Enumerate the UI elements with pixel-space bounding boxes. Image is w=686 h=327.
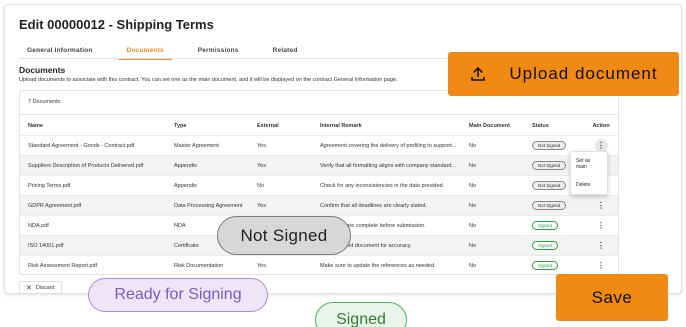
discard-button[interactable]: ✕ Discard <box>19 281 62 294</box>
doc-main: No <box>469 182 477 189</box>
status-cell: Signed <box>532 216 582 235</box>
doc-type: Risk Documentation <box>174 262 224 269</box>
save-button[interactable]: Save <box>556 274 668 321</box>
action-cell: ⋮ <box>590 196 612 215</box>
table-row[interactable]: Standard Agreement - Goods - Contract.pd… <box>20 135 618 155</box>
doc-main: No <box>469 242 477 249</box>
status-badge: Not Signed <box>532 181 567 190</box>
doc-main: No <box>469 262 477 269</box>
discard-label: Discard <box>35 284 55 291</box>
status-cell: Not Signed <box>532 196 582 215</box>
doc-remark: Make sure to update the references as ne… <box>320 262 436 269</box>
upload-document-button[interactable]: Upload document <box>448 52 679 96</box>
more-options-icon[interactable]: ⋮ <box>595 199 608 212</box>
table-row[interactable]: Pricing Terms.pdf Appendix No Check for … <box>20 175 618 195</box>
action-cell: ⋮ <box>590 256 612 275</box>
doc-name[interactable]: GDPR Agreement.pdf <box>28 196 168 215</box>
column-header: External <box>257 123 279 129</box>
doc-name[interactable]: Pricing Terms.pdf <box>28 176 168 195</box>
doc-name[interactable]: Risk Assessment Report.pdf <box>28 256 168 275</box>
doc-main: No <box>469 142 477 149</box>
set-as-main-menu-item[interactable]: Set as main <box>571 152 607 176</box>
status-badge: Signed <box>532 261 559 270</box>
doc-external: Yes <box>257 262 266 269</box>
doc-type: Appendix <box>174 182 197 189</box>
doc-name[interactable]: Suppliers Description of Products Delive… <box>28 156 168 175</box>
status-cell: Signed <box>532 256 582 275</box>
table-header: Name Type External Internal Remark Main … <box>20 117 618 135</box>
doc-remark: Check for any inconsistencies in the dat… <box>320 182 445 189</box>
doc-external: Yes <box>257 202 266 209</box>
more-options-icon[interactable]: ⋮ <box>595 239 608 252</box>
status-badge: Not Signed <box>532 201 567 210</box>
page-title: Edit 00000012 - Shipping Terms <box>19 17 214 32</box>
doc-external: No <box>257 182 265 189</box>
doc-name[interactable]: NDA.pdf <box>28 216 168 235</box>
doc-remark: Verify that all formatting aligns with c… <box>320 162 457 169</box>
action-cell: ⋮ <box>590 216 612 235</box>
upload-label: Upload document <box>509 64 658 83</box>
column-header: Main Document <box>469 123 510 129</box>
column-header: Type <box>174 123 187 129</box>
column-header: Action <box>592 123 610 129</box>
status-badge: Not Signed <box>532 141 567 150</box>
section-description: Upload documents to associate with this … <box>19 77 398 83</box>
close-icon: ✕ <box>26 284 32 292</box>
table-row[interactable]: Suppliers Description of Products Delive… <box>20 155 618 175</box>
doc-main: No <box>469 222 477 229</box>
doc-name[interactable]: ISO 14001.pdf <box>28 236 168 255</box>
column-header: Status <box>532 123 549 129</box>
doc-type: Master Agreement <box>174 142 219 149</box>
doc-type: Data Processing Agreement <box>174 202 243 209</box>
status-badge: Not Signed <box>532 161 567 170</box>
upload-icon <box>471 66 486 81</box>
status-badge: Signed <box>532 241 559 250</box>
document-count: 7 Documents <box>28 99 61 105</box>
signed-badge: Signed <box>315 302 407 327</box>
divider <box>20 114 618 115</box>
doc-remark: Agreement covering the delivery of profi… <box>320 142 457 149</box>
status-badge: Signed <box>532 221 559 230</box>
table-row[interactable]: GDPR Agreement.pdf Data Processing Agree… <box>20 195 618 215</box>
section-title: Documents <box>19 65 66 75</box>
column-header: Name <box>28 123 43 129</box>
action-cell: ⋮ <box>590 236 612 255</box>
table-row[interactable]: Risk Assessment Report.pdf Risk Document… <box>20 255 618 275</box>
doc-main: No <box>469 162 477 169</box>
column-header: Internal Remark <box>320 123 362 129</box>
doc-main: No <box>469 202 477 209</box>
ready-for-signing-badge: Ready for Signing <box>88 278 268 312</box>
doc-name[interactable]: Standard Agreement - Goods - Contract.pd… <box>28 136 168 155</box>
delete-menu-item[interactable]: Delete <box>571 176 607 194</box>
doc-external: Yes <box>257 162 266 169</box>
more-options-icon[interactable]: ⋮ <box>595 259 608 272</box>
doc-remark: Confirm that all deadlines are clearly s… <box>320 202 427 209</box>
status-cell: Signed <box>532 236 582 255</box>
doc-external: Yes <box>257 142 266 149</box>
action-menu: Set as main Delete <box>570 151 608 195</box>
doc-type: Appendix <box>174 162 197 169</box>
more-options-icon[interactable]: ⋮ <box>595 219 608 232</box>
not-signed-badge: Not Signed <box>217 216 351 255</box>
